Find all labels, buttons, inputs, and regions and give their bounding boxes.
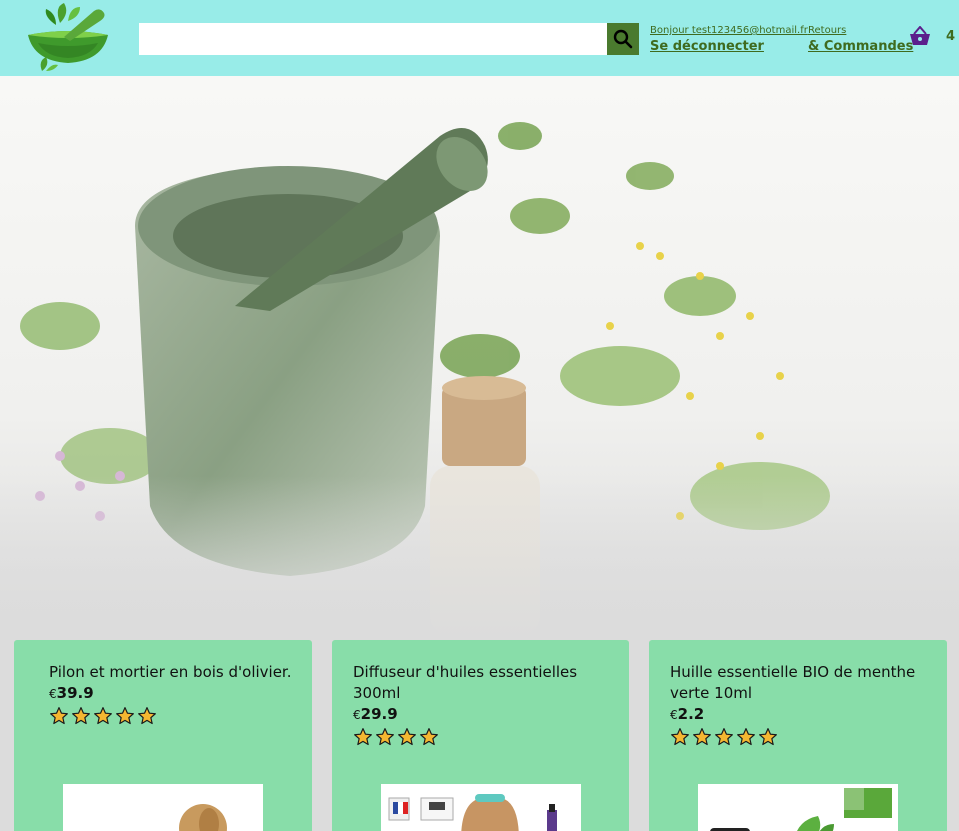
product-image[interactable] <box>698 784 898 831</box>
star-icon <box>137 706 157 726</box>
product-image[interactable] <box>63 784 263 831</box>
account-menu: Bonjour test123456@hotmail.fr Se déconne… <box>650 25 808 56</box>
star-icon <box>93 706 113 726</box>
product-rating <box>49 706 292 726</box>
product-price: €39.9 <box>49 684 94 702</box>
star-icon <box>375 727 395 747</box>
star-icon <box>714 727 734 747</box>
logout-link[interactable]: Se déconnecter <box>650 38 808 56</box>
product-rating <box>670 727 927 747</box>
cart-button[interactable]: 4 <box>908 26 955 46</box>
product-card[interactable]: Diffuseur d'huiles essentielles 300ml €2… <box>332 640 629 831</box>
star-icon <box>49 706 69 726</box>
star-icon <box>115 706 135 726</box>
hero-banner-image <box>0 76 959 640</box>
search-input[interactable] <box>139 23 607 55</box>
account-greeting-link[interactable]: Bonjour test123456@hotmail.fr <box>650 25 808 37</box>
star-icon <box>692 727 712 747</box>
star-icon <box>71 706 91 726</box>
basket-icon <box>910 26 930 45</box>
search-button[interactable] <box>607 23 639 55</box>
product-price: €29.9 <box>353 705 398 723</box>
search-icon <box>613 29 633 49</box>
star-icon <box>670 727 690 747</box>
mortar-leaf-logo-icon <box>28 3 108 71</box>
top-header: Bonjour test123456@hotmail.fr Se déconne… <box>0 0 959 76</box>
product-card[interactable]: Huille essentielle BIO de menthe verte 1… <box>649 640 947 831</box>
orders-menu: Retours & Commandes <box>808 25 913 56</box>
product-price: €2.2 <box>670 705 705 723</box>
product-image[interactable] <box>381 784 581 831</box>
returns-link[interactable]: Retours <box>808 25 913 37</box>
site-logo[interactable] <box>24 1 112 73</box>
star-icon <box>758 727 778 747</box>
star-icon <box>736 727 756 747</box>
product-rating <box>353 727 609 747</box>
product-title[interactable]: Pilon et mortier en bois d'olivier. <box>49 663 292 681</box>
search-bar <box>139 23 639 55</box>
product-title[interactable]: Diffuseur d'huiles essentielles 300ml <box>353 663 577 702</box>
star-icon <box>397 727 417 747</box>
orders-link[interactable]: & Commandes <box>808 38 913 56</box>
star-icon <box>353 727 373 747</box>
product-title[interactable]: Huille essentielle BIO de menthe verte 1… <box>670 663 915 702</box>
cart-count: 4 <box>946 28 956 44</box>
star-icon <box>419 727 439 747</box>
product-card[interactable]: Pilon et mortier en bois d'olivier. €39.… <box>14 640 312 831</box>
